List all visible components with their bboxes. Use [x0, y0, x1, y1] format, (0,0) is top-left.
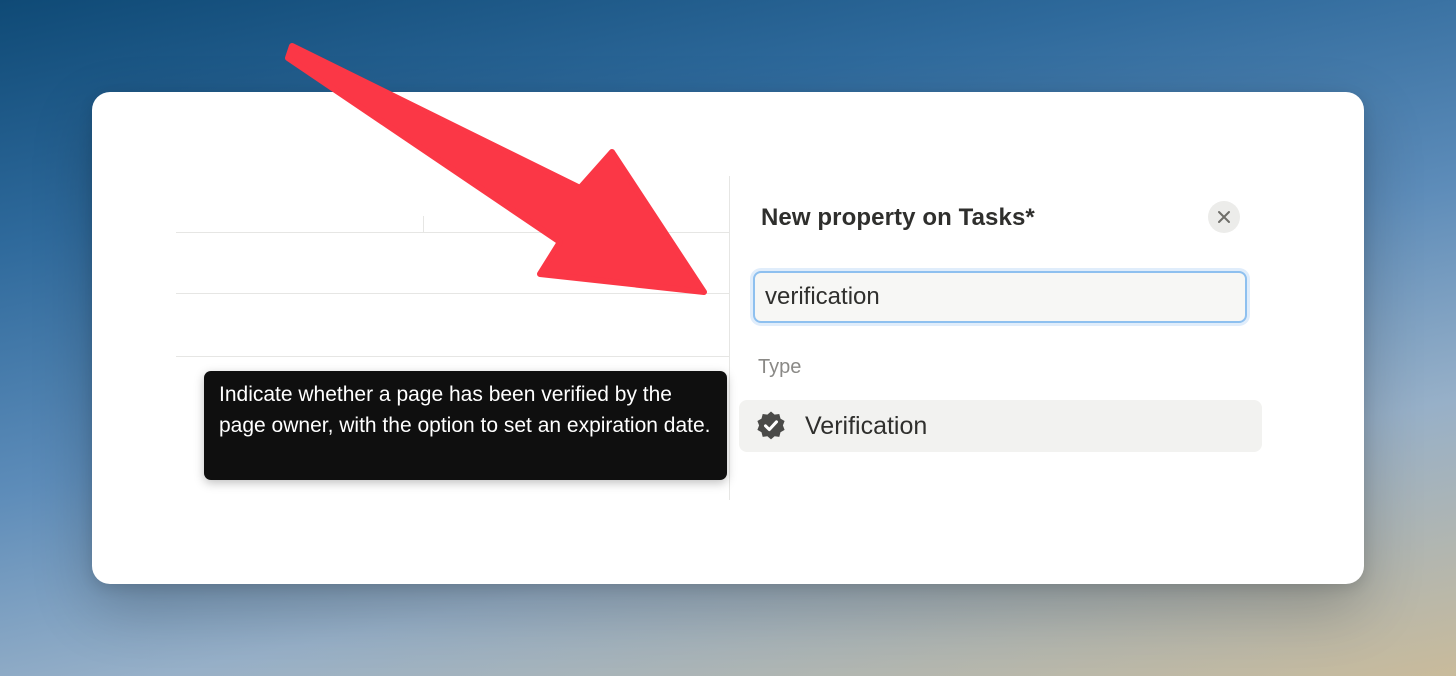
- column-separator: [423, 216, 424, 232]
- table-row-divider: [176, 356, 730, 357]
- table-row-divider: [176, 232, 730, 233]
- panel-title: New property on Tasks*: [761, 204, 1035, 231]
- new-property-panel: New property on Tasks* Type Verification: [730, 176, 1364, 500]
- verified-badge-icon: [757, 411, 785, 440]
- type-option-label: Verification: [805, 411, 928, 440]
- type-section-label: Type: [758, 356, 802, 378]
- property-search-input[interactable]: [753, 271, 1247, 323]
- type-description-tooltip: Indicate whether a page has been verifie…: [204, 371, 727, 480]
- type-option-verification[interactable]: Verification: [739, 400, 1262, 452]
- close-icon: [1218, 211, 1230, 223]
- modal-card: New property on Tasks* Type Verification: [92, 92, 1364, 584]
- close-button[interactable]: [1208, 201, 1240, 233]
- table-row-divider: [176, 293, 730, 294]
